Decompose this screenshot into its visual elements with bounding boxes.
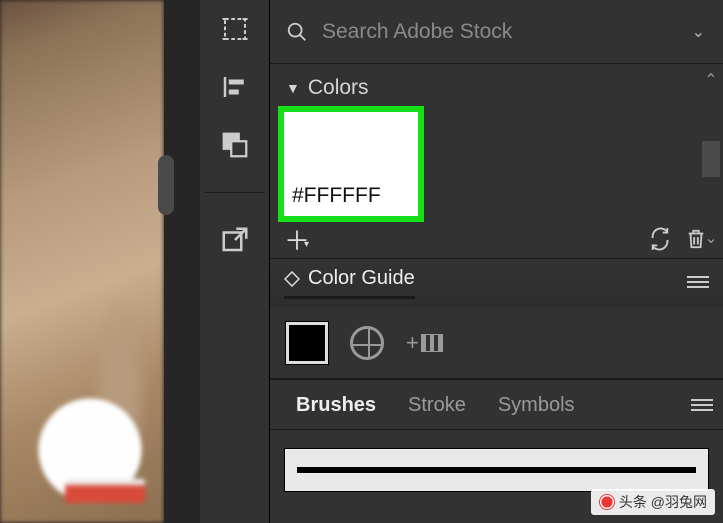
add-harmony-button[interactable]: + xyxy=(406,330,443,356)
pathfinder-panel-icon[interactable] xyxy=(220,130,250,160)
swatch-color-preview xyxy=(284,112,418,180)
artboard-tool-icon[interactable] xyxy=(220,14,250,44)
brush-panel-menu-icon[interactable] xyxy=(691,399,713,413)
scroll-down-chevron-icon[interactable]: ⌄ xyxy=(704,228,717,248)
stock-search-input[interactable] xyxy=(322,20,707,44)
watermark-text: 头条 @羽兔网 xyxy=(619,492,707,512)
brush-list-item[interactable] xyxy=(284,448,709,492)
toolstrip-separator xyxy=(205,192,265,193)
colors-panel: ▼ Colors #FFFFFF ⌃ ⌄ ＋ ▾ xyxy=(270,64,723,259)
swatch-hex-label: #FFFFFF xyxy=(284,180,418,216)
harmony-bars-icon xyxy=(421,334,443,352)
stock-search-row: ⌄ xyxy=(270,0,723,64)
canvas-preview xyxy=(0,0,164,523)
tab-brushes[interactable]: Brushes xyxy=(280,382,392,429)
right-panels: ⌄ ▼ Colors #FFFFFF ⌃ ⌄ ＋ ▾ xyxy=(270,0,723,523)
panel-dock-strip xyxy=(200,0,270,523)
base-color-swatch[interactable] xyxy=(286,322,328,364)
plus-icon: + xyxy=(406,330,419,356)
color-swatch-list: #FFFFFF xyxy=(270,106,723,222)
watermark-logo-icon xyxy=(599,494,615,510)
scroll-up-chevron-icon[interactable]: ⌃ xyxy=(704,70,717,90)
color-guide-title: Color Guide xyxy=(308,267,415,290)
panel-menu-icon[interactable] xyxy=(687,276,709,290)
colors-scrollbar-thumb[interactable] xyxy=(702,141,720,177)
export-panel-icon[interactable] xyxy=(220,225,250,255)
colors-panel-title: Colors xyxy=(308,76,369,100)
tab-symbols[interactable]: Symbols xyxy=(482,382,591,429)
search-dropdown-chevron-icon[interactable]: ⌄ xyxy=(692,22,705,42)
align-panel-icon[interactable] xyxy=(220,72,250,102)
disclosure-triangle-icon: ▼ xyxy=(286,80,300,96)
search-icon xyxy=(286,21,308,43)
color-guide-body: + xyxy=(270,307,723,379)
brush-panel-tabs: Brushes Stroke Symbols xyxy=(270,380,723,430)
watermark: 头条 @羽兔网 xyxy=(591,489,715,515)
canvas-scrollbar-gutter xyxy=(164,0,200,523)
color-guide-header[interactable]: Color Guide xyxy=(270,259,723,307)
vertical-scrollbar-thumb[interactable] xyxy=(158,155,174,215)
colors-panel-scroll: ⌃ ⌄ xyxy=(699,64,723,258)
color-guide-panel: Color Guide + xyxy=(270,259,723,380)
colors-panel-header[interactable]: ▼ Colors xyxy=(270,64,723,106)
color-wheel-icon[interactable] xyxy=(350,326,384,360)
app-root: ⌄ ▼ Colors #FFFFFF ⌃ ⌄ ＋ ▾ xyxy=(0,0,723,523)
harmony-icon xyxy=(284,271,300,287)
colors-panel-actions: ＋ ▾ xyxy=(270,222,723,250)
selected-color-swatch[interactable]: #FFFFFF xyxy=(278,106,424,222)
sync-icon[interactable] xyxy=(649,228,671,250)
add-color-submenu-icon[interactable]: ▾ xyxy=(304,239,309,250)
tab-stroke[interactable]: Stroke xyxy=(392,382,482,429)
